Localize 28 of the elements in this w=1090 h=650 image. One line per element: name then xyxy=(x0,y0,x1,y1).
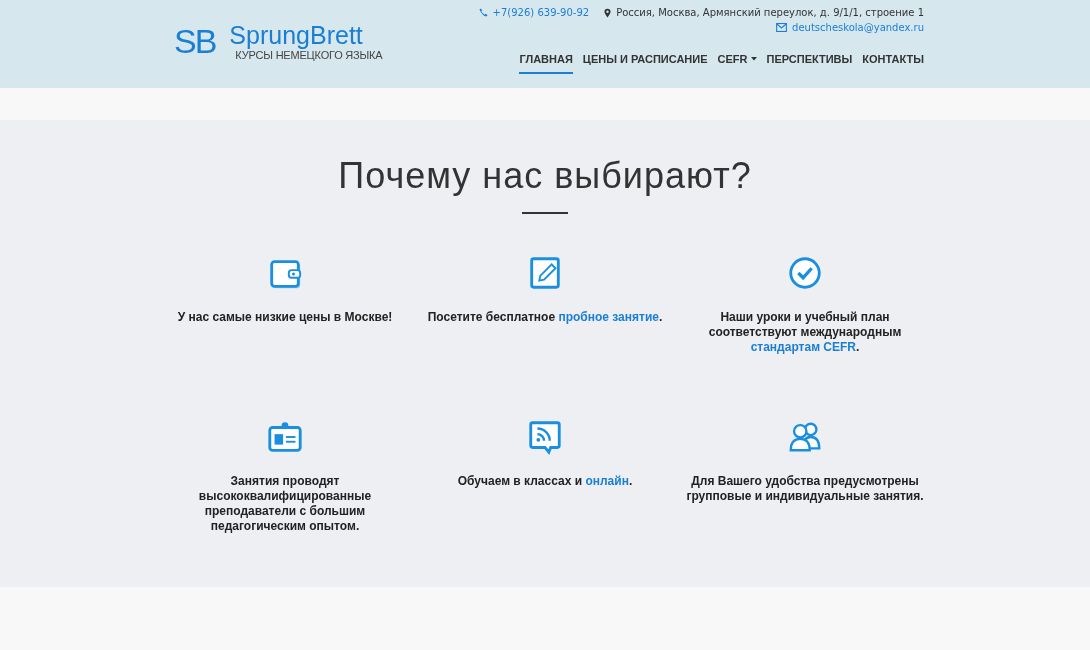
envelope-icon xyxy=(776,23,788,32)
feature-text: Посетите бесплатное пробное занятие. xyxy=(427,310,663,325)
address-text: Россия, Москва, Армянский переулок, д. 9/1/1, строение 1 xyxy=(616,7,924,18)
map-pin-icon xyxy=(604,7,612,18)
brand-name[interactable]: SprungBrett xyxy=(229,21,363,49)
rss-chat-icon xyxy=(526,418,564,456)
email-link[interactable]: deutscheskola@yandex.ru xyxy=(792,22,924,33)
section-title: Почему нас выбирают? xyxy=(338,154,752,198)
phone-link[interactable]: +7(926) 639-90-92 xyxy=(492,7,590,18)
feature-link[interactable]: онлайн xyxy=(585,474,629,488)
phone-icon xyxy=(478,8,488,17)
feature-link[interactable]: пробное занятие xyxy=(558,310,659,324)
feature-text: У нас самые низкие цены в Москве! xyxy=(177,310,393,325)
feature-link[interactable]: стандартам CEFR xyxy=(750,340,856,354)
feature-text: Занятия проводят высококвалифицированные преподаватели с большим педагогическим опытом. xyxy=(197,474,373,534)
caret-icon xyxy=(750,57,757,61)
checkmark-circle-icon xyxy=(786,254,824,292)
nav-link[interactable]: ПЕРСПЕКТИВЫ xyxy=(766,49,853,74)
brand-tagline: КУРСЫ НЕМЕЦКОГО ЯЗЫКА xyxy=(235,49,383,61)
feature-text: Обучаем в классах и онлайн. xyxy=(457,474,633,489)
nav-link[interactable]: CEFR xyxy=(717,49,757,74)
nav-link[interactable]: КОНТАКТЫ xyxy=(862,49,924,74)
feature-text: Для Вашего удобства предусмотрены групповые и индивидуальные занятия. xyxy=(685,474,925,504)
logo-mark[interactable]: SB xyxy=(174,21,220,61)
nav-link[interactable]: ЦЕНЫ И РАСПИСАНИЕ xyxy=(582,49,708,74)
title-underline xyxy=(522,212,568,214)
feature-text: Наши уроки и учебный план соответствуют международным стандартам CEFR. xyxy=(707,310,903,355)
nav-link[interactable]: ГЛАВНАЯ xyxy=(519,49,573,74)
